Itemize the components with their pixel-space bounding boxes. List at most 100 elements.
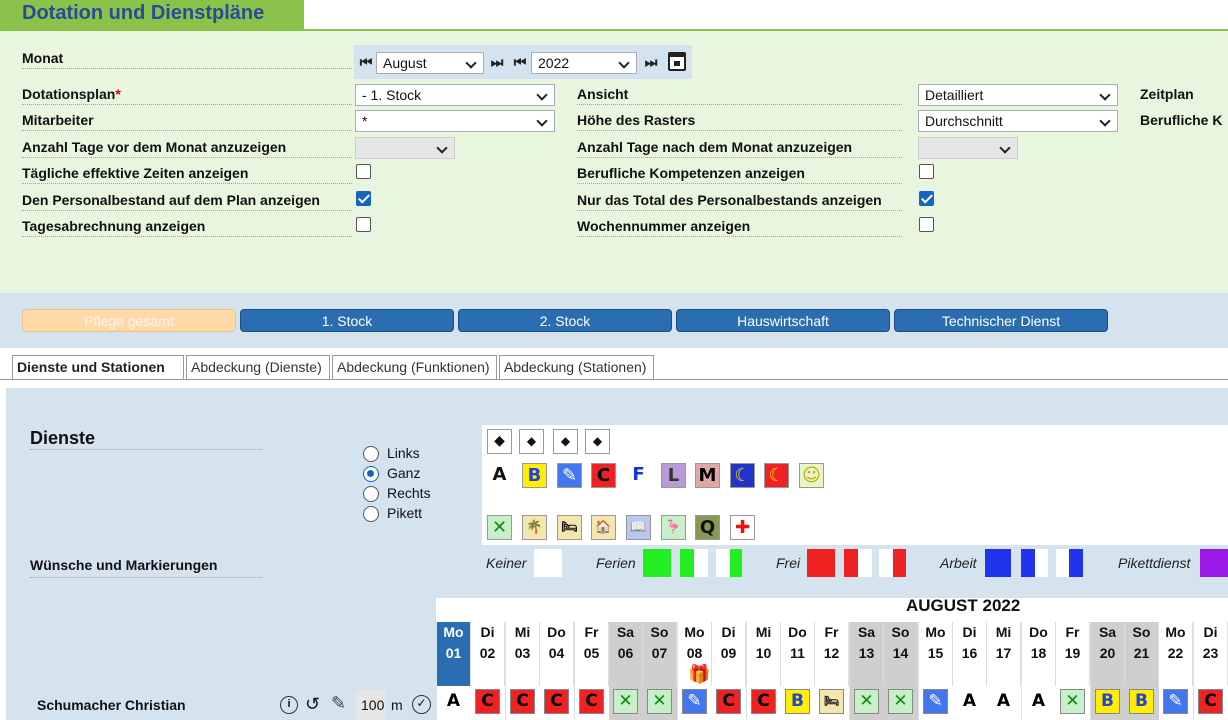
edit-pencil-icon[interactable]: ✎ xyxy=(331,693,346,714)
smiley-icon[interactable]: ☺ xyxy=(799,463,824,488)
stork-icon[interactable]: 🦩 xyxy=(661,515,686,540)
frei-full-swatch[interactable] xyxy=(807,549,835,577)
day-header[interactable]: Do 18 xyxy=(1022,622,1056,686)
day-header[interactable]: Fr 12 xyxy=(815,622,849,686)
shift-cell[interactable]: ✎ xyxy=(923,689,948,714)
group-pflege-gesamt[interactable]: Pflege gesamt xyxy=(22,309,236,332)
code-a[interactable]: A xyxy=(487,463,512,488)
ferien-full-swatch[interactable] xyxy=(643,549,671,577)
school-book-icon[interactable]: 📖 xyxy=(626,515,651,540)
shift-cell[interactable]: A xyxy=(1026,689,1051,714)
palm-tree-icon[interactable]: 🌴 xyxy=(522,515,547,540)
group-2-stock[interactable]: 2. Stock xyxy=(458,309,672,332)
red-cross-icon[interactable]: ✚ xyxy=(730,515,755,540)
dotationsplan-select[interactable]: - 1. Stock xyxy=(355,84,555,106)
group-hauswirtschaft[interactable]: Hauswirtschaft xyxy=(676,309,890,332)
group-technischer-dienst[interactable]: Technischer Dienst xyxy=(894,309,1108,332)
eff-zeiten-checkbox[interactable] xyxy=(356,164,371,179)
day-header[interactable]: Mi 17 xyxy=(987,622,1021,686)
next-month-button[interactable]: ⏭ xyxy=(489,54,505,74)
shift-cell[interactable]: ✕ xyxy=(613,689,638,714)
shift-cell[interactable]: A xyxy=(991,689,1016,714)
day-header[interactable]: Mi 10 xyxy=(747,622,781,686)
wochennummer-checkbox[interactable] xyxy=(919,217,934,232)
day-header[interactable]: Sa 13 xyxy=(850,622,884,686)
tage-nach-select[interactable] xyxy=(918,137,1018,159)
shift-cell[interactable]: C xyxy=(1198,689,1223,714)
total-checkbox[interactable] xyxy=(919,191,934,206)
day-header[interactable]: So 21 xyxy=(1125,622,1159,686)
frei-left-swatch[interactable] xyxy=(844,549,858,577)
radio-ganz[interactable] xyxy=(363,466,379,482)
day-header[interactable]: Do 11 xyxy=(781,622,815,686)
shift-cell[interactable]: ✕ xyxy=(854,689,879,714)
day-header[interactable]: So 07 xyxy=(643,622,677,686)
day-header[interactable]: Fr 05 xyxy=(575,622,609,686)
tab-abdeckung-funktionen[interactable]: Abdeckung (Funktionen) xyxy=(332,355,497,379)
ferien-right-swatch[interactable] xyxy=(730,549,742,577)
shift-cell[interactable]: ✕ xyxy=(1060,689,1085,714)
night-moon-icon[interactable]: ☾ xyxy=(730,463,755,488)
prev-year-button[interactable]: ⏮ xyxy=(512,54,528,74)
shift-cell[interactable]: ✎ xyxy=(1163,689,1188,714)
code-pencil-icon[interactable]: ✎ xyxy=(557,463,582,488)
shift-cell[interactable]: C xyxy=(751,689,776,714)
eraser-left-icon[interactable]: ◆ xyxy=(519,429,544,454)
day-header[interactable]: Di 23 xyxy=(1194,622,1228,686)
shift-cell[interactable]: C xyxy=(475,689,500,714)
eraser-full-icon[interactable]: ◆ xyxy=(487,429,512,454)
shift-cell[interactable]: B xyxy=(1095,689,1120,714)
shift-cell[interactable]: A xyxy=(957,689,982,714)
day-header[interactable]: Mo 15 xyxy=(919,622,953,686)
day-header[interactable]: Sa 06 xyxy=(609,622,643,686)
arbeit-right-swatch[interactable] xyxy=(1069,549,1083,577)
first-month-button[interactable]: ⏮ xyxy=(358,54,374,74)
shift-cell[interactable]: C xyxy=(579,689,604,714)
shift-cell[interactable]: ✕ xyxy=(647,689,672,714)
code-c[interactable]: C xyxy=(591,463,616,488)
day-header[interactable]: So 14 xyxy=(884,622,918,686)
radio-rechts[interactable] xyxy=(363,486,379,502)
shift-cell[interactable]: ✎ xyxy=(682,689,707,714)
shift-cell[interactable]: C xyxy=(544,689,569,714)
group-1-stock[interactable]: 1. Stock xyxy=(240,309,454,332)
cross-icon[interactable]: ✕ xyxy=(487,515,512,540)
mitarbeiter-select[interactable]: * xyxy=(355,110,555,132)
next-year-button[interactable]: ⏭ xyxy=(643,54,659,74)
shift-cell[interactable]: C xyxy=(510,689,535,714)
tab-dienste-stationen[interactable]: Dienste und Stationen xyxy=(12,355,184,379)
sick-bed-icon[interactable]: 🛏 xyxy=(557,515,582,540)
radio-links[interactable] xyxy=(363,446,379,462)
confirm-check-icon[interactable]: ✓ xyxy=(412,695,431,714)
pikett-swatch[interactable] xyxy=(1200,549,1228,577)
info-icon[interactable]: i xyxy=(280,696,298,714)
code-b[interactable]: B xyxy=(522,463,547,488)
shift-cell[interactable]: B xyxy=(785,689,810,714)
shift-cell[interactable]: 🛏 xyxy=(819,689,844,714)
tab-abdeckung-dienste[interactable]: Abdeckung (Dienste) xyxy=(186,355,330,379)
history-icon[interactable]: ↺ xyxy=(305,694,320,715)
eraser-right-icon[interactable]: ◆ xyxy=(553,429,578,454)
hoehe-select[interactable]: Durchschnitt xyxy=(918,110,1118,132)
frei-right-swatch[interactable] xyxy=(893,549,906,577)
day-header[interactable]: Mi 03 xyxy=(506,622,540,686)
eraser-pikett-icon[interactable]: ◆ xyxy=(585,429,610,454)
ferien-left-swatch[interactable] xyxy=(680,549,694,577)
ansicht-select[interactable]: Detailliert xyxy=(918,84,1118,106)
code-m[interactable]: M xyxy=(695,463,720,488)
keiner-swatch[interactable] xyxy=(534,549,562,577)
month-select[interactable]: August xyxy=(376,52,484,74)
day-header[interactable]: Di 09 xyxy=(712,622,746,686)
tab-abdeckung-stationen[interactable]: Abdeckung (Stationen) xyxy=(499,355,654,379)
code-f[interactable]: F xyxy=(626,463,651,488)
shift-cell[interactable]: A xyxy=(441,689,466,714)
evening-moon-icon[interactable]: ☾ xyxy=(764,463,789,488)
employee-name[interactable]: Schumacher Christian xyxy=(37,697,186,713)
kompetenzen-checkbox[interactable] xyxy=(919,164,934,179)
day-header[interactable]: Sa 20 xyxy=(1091,622,1125,686)
arbeit-full-swatch[interactable] xyxy=(985,549,1011,577)
year-select[interactable]: 2022 xyxy=(531,52,637,74)
day-header[interactable]: Di 16 xyxy=(953,622,987,686)
calendar-icon[interactable] xyxy=(668,52,686,71)
day-header[interactable]: Do 04 xyxy=(540,622,574,686)
